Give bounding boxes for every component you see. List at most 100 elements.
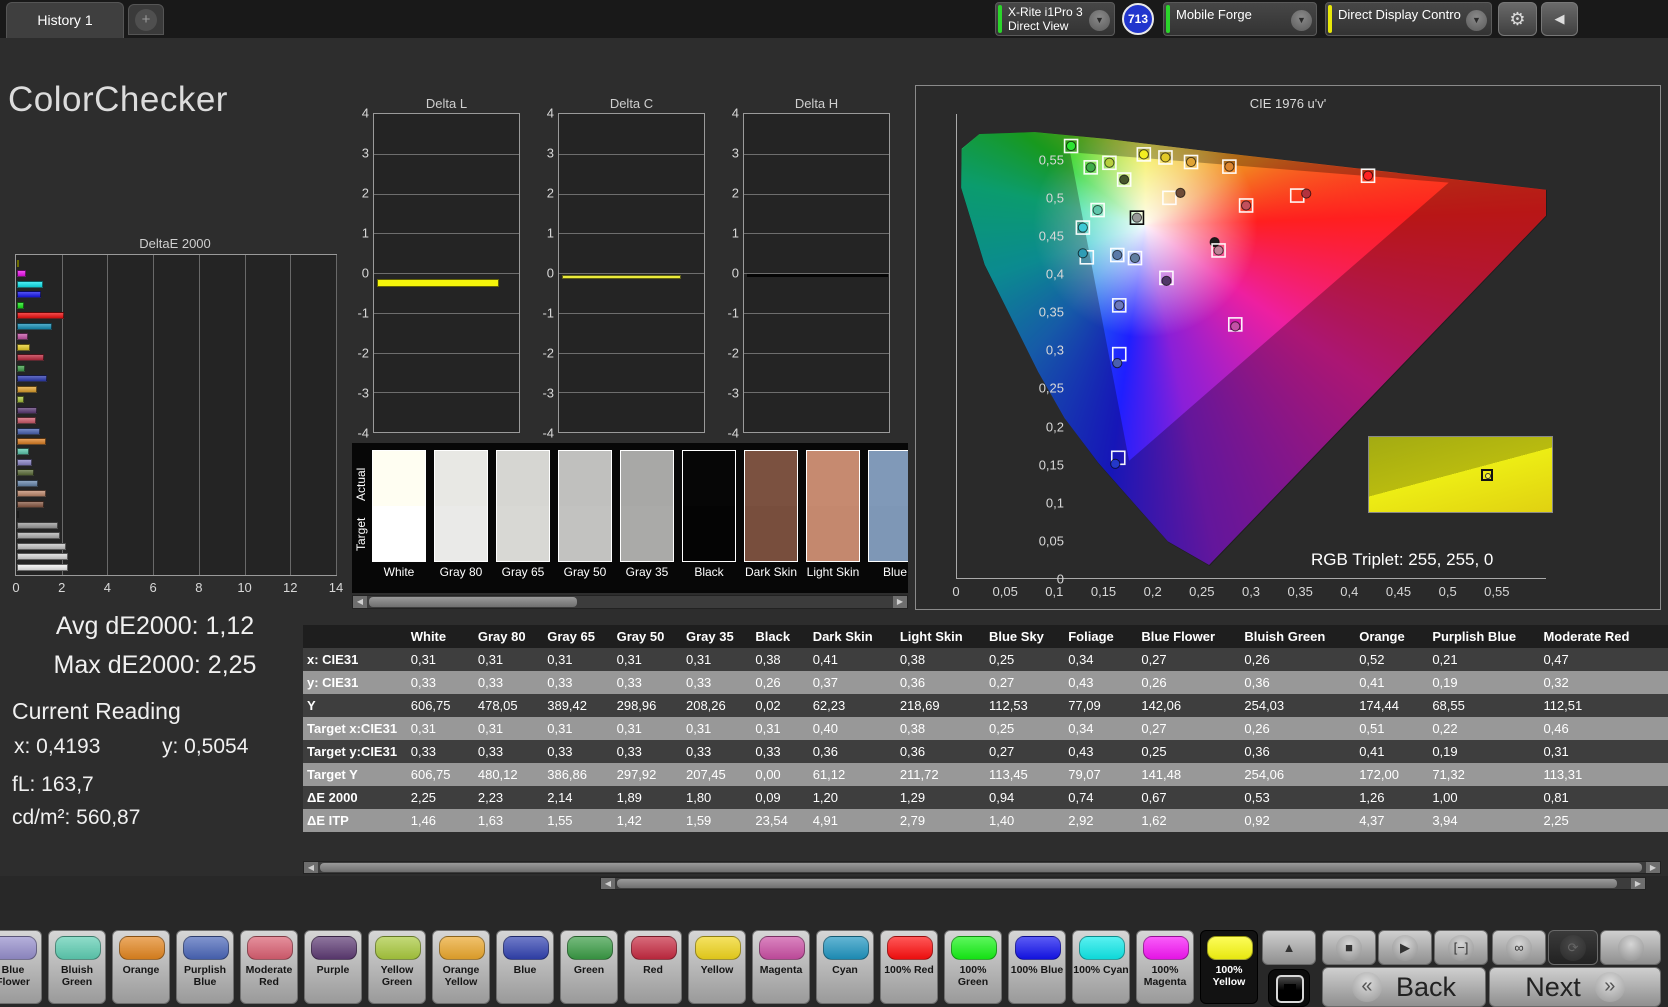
x-tick-label: 0,25 [1189,584,1215,599]
swatch-black[interactable] [682,450,736,562]
patch-button-100-green[interactable]: 100% Green [944,930,1002,1004]
swatch-strip-scrollbar[interactable]: ◀ ▶ [352,595,908,609]
stop-button[interactable]: ■ [1322,930,1376,965]
play-icon: ▶ [1392,935,1418,961]
pattern-size-button[interactable]: [−] [1434,930,1488,965]
table-cell: 0,38 [895,648,985,671]
table-cell: 0,36 [895,671,985,694]
table-cell: 0,27 [1137,648,1241,671]
table-cell: 0,25 [984,717,1065,740]
next-button[interactable]: Next » [1489,967,1661,1007]
scrollbar-thumb[interactable] [617,879,1617,888]
patch-button-red[interactable]: Red [624,930,682,1004]
scrollbar-thumb[interactable] [320,863,1642,872]
measured-point [1092,204,1103,216]
de2000-chart [15,254,337,576]
table-cell: 3,94 [1428,809,1540,832]
scroll-left-icon[interactable]: ◀ [353,596,367,608]
chevron-down-icon[interactable]: ▼ [1089,10,1110,31]
y-tick-label: 0,1 [1045,495,1064,511]
patch-button-purplish-blue[interactable]: Purplish Blue [176,930,234,1004]
patch-button-100-magenta[interactable]: 100% Magenta [1136,930,1194,1004]
max-de2000-readout: Max dE2000: 2,25 [53,651,257,679]
measured-point [1224,161,1235,172]
tab-history-1[interactable]: History 1 [6,2,124,38]
table-cell: 0,43 [1064,740,1138,763]
row-label: y: CIE31 [303,671,407,694]
add-tab-button[interactable]: + [128,4,164,35]
swatch-gray-65[interactable] [496,450,550,562]
scroll-left-icon[interactable]: ◀ [601,878,615,889]
chevron-down-icon[interactable]: ▼ [1291,10,1312,31]
table-scrollbar[interactable]: ◀ ▶ [303,861,1661,874]
table-cell: 68,55 [1428,694,1540,717]
measured-point [1131,212,1143,223]
chevron-down-icon[interactable]: ▼ [1466,10,1487,31]
patch-button-100-yellow[interactable]: 100% Yellow [1200,930,1258,1004]
patch-color-chip [375,936,421,960]
next-button-label: Next [1525,971,1581,1002]
de2000-bar-blue [17,375,47,383]
scroll-up-button[interactable]: ▲ [1262,930,1316,965]
patch-button-orange[interactable]: Orange [112,930,170,1004]
de2000-bar-black [17,511,20,519]
patch-button-orange-yellow[interactable]: Orange Yellow [432,930,490,1004]
patch-button-magenta[interactable]: Magenta [752,930,810,1004]
patch-button-yellow[interactable]: Yellow [688,930,746,1004]
patch-button-blue[interactable]: Blue [496,930,554,1004]
source-dropdown[interactable]: Mobile Forge ▼ [1163,2,1317,36]
table-cell: 0,38 [751,648,809,671]
x-tick-label: 14 [328,580,344,595]
patch-button-yellow-green[interactable]: Yellow Green [368,930,426,1004]
patch-button-blue-flower[interactable]: Blue Flower [0,930,42,1004]
play-button[interactable]: ▶ [1378,930,1432,965]
table-cell: 112,53 [984,694,1065,717]
delta-chart-title: Delta H [794,96,839,111]
gridline [559,392,704,394]
meter-dropdown[interactable]: X-Rite i1Pro 3 Direct View ▼ [995,2,1115,36]
patch-button-purple[interactable]: Purple [304,930,362,1004]
table-cell: 1,55 [543,809,613,832]
loop-button[interactable]: ∞ [1492,930,1546,965]
gridline [374,153,519,155]
workflow-dropdown[interactable]: Direct Display Control ▼ [1325,2,1492,36]
swatch-label: Black [694,565,724,579]
scroll-right-icon[interactable]: ▶ [1631,878,1645,889]
chevrons-left-icon: « [1351,972,1382,1002]
swatch-gray-35[interactable] [620,450,674,562]
patch-button-100-red[interactable]: 100% Red [880,930,938,1004]
swatch-light-skin[interactable] [806,450,860,562]
swatch-gray-80[interactable] [434,450,488,562]
collapse-panel-button[interactable]: ◀ [1541,2,1578,36]
swatch-blue[interactable] [868,450,908,562]
x-tick-label: 6 [149,580,157,595]
scroll-right-icon[interactable]: ▶ [1646,862,1660,873]
back-button[interactable]: « Back [1322,967,1486,1007]
scrollbar-thumb[interactable] [369,597,577,607]
y-tick-label: -1 [727,305,739,321]
settings-button[interactable]: ⚙ [1498,2,1537,36]
de2000-bar-gray-65 [17,542,66,550]
patch-button-100-cyan[interactable]: 100% Cyan [1072,930,1130,1004]
patch-button-cyan[interactable]: Cyan [816,930,874,1004]
column-header: Gray 35 [681,625,752,648]
table-cell: 389,42 [543,694,613,717]
table-cell: 0,33 [543,740,613,763]
table-cell: 4,91 [808,809,896,832]
patch-button-moderate-red[interactable]: Moderate Red [240,930,298,1004]
scroll-left-icon[interactable]: ◀ [304,862,318,873]
table-cell: 0,31 [406,648,474,671]
table-cell: 0,26 [1240,648,1356,671]
patch-button-100-blue[interactable]: 100% Blue [1008,930,1066,1004]
blank-button[interactable] [1600,930,1661,965]
sync-button[interactable]: ⟳ [1548,930,1598,965]
scroll-right-icon[interactable]: ▶ [893,596,907,608]
patch-strip-scrollbar[interactable]: ◀ ▶ [600,877,1646,890]
patch-button-bluish-green[interactable]: Bluish Green [48,930,106,1004]
pattern-window-button[interactable] [1268,969,1310,1007]
swatch-white[interactable] [372,450,426,562]
swatch-dark-skin[interactable] [744,450,798,562]
patch-button-green[interactable]: Green [560,930,618,1004]
y-tick-label: -3 [542,385,554,401]
swatch-gray-50[interactable] [558,450,612,562]
